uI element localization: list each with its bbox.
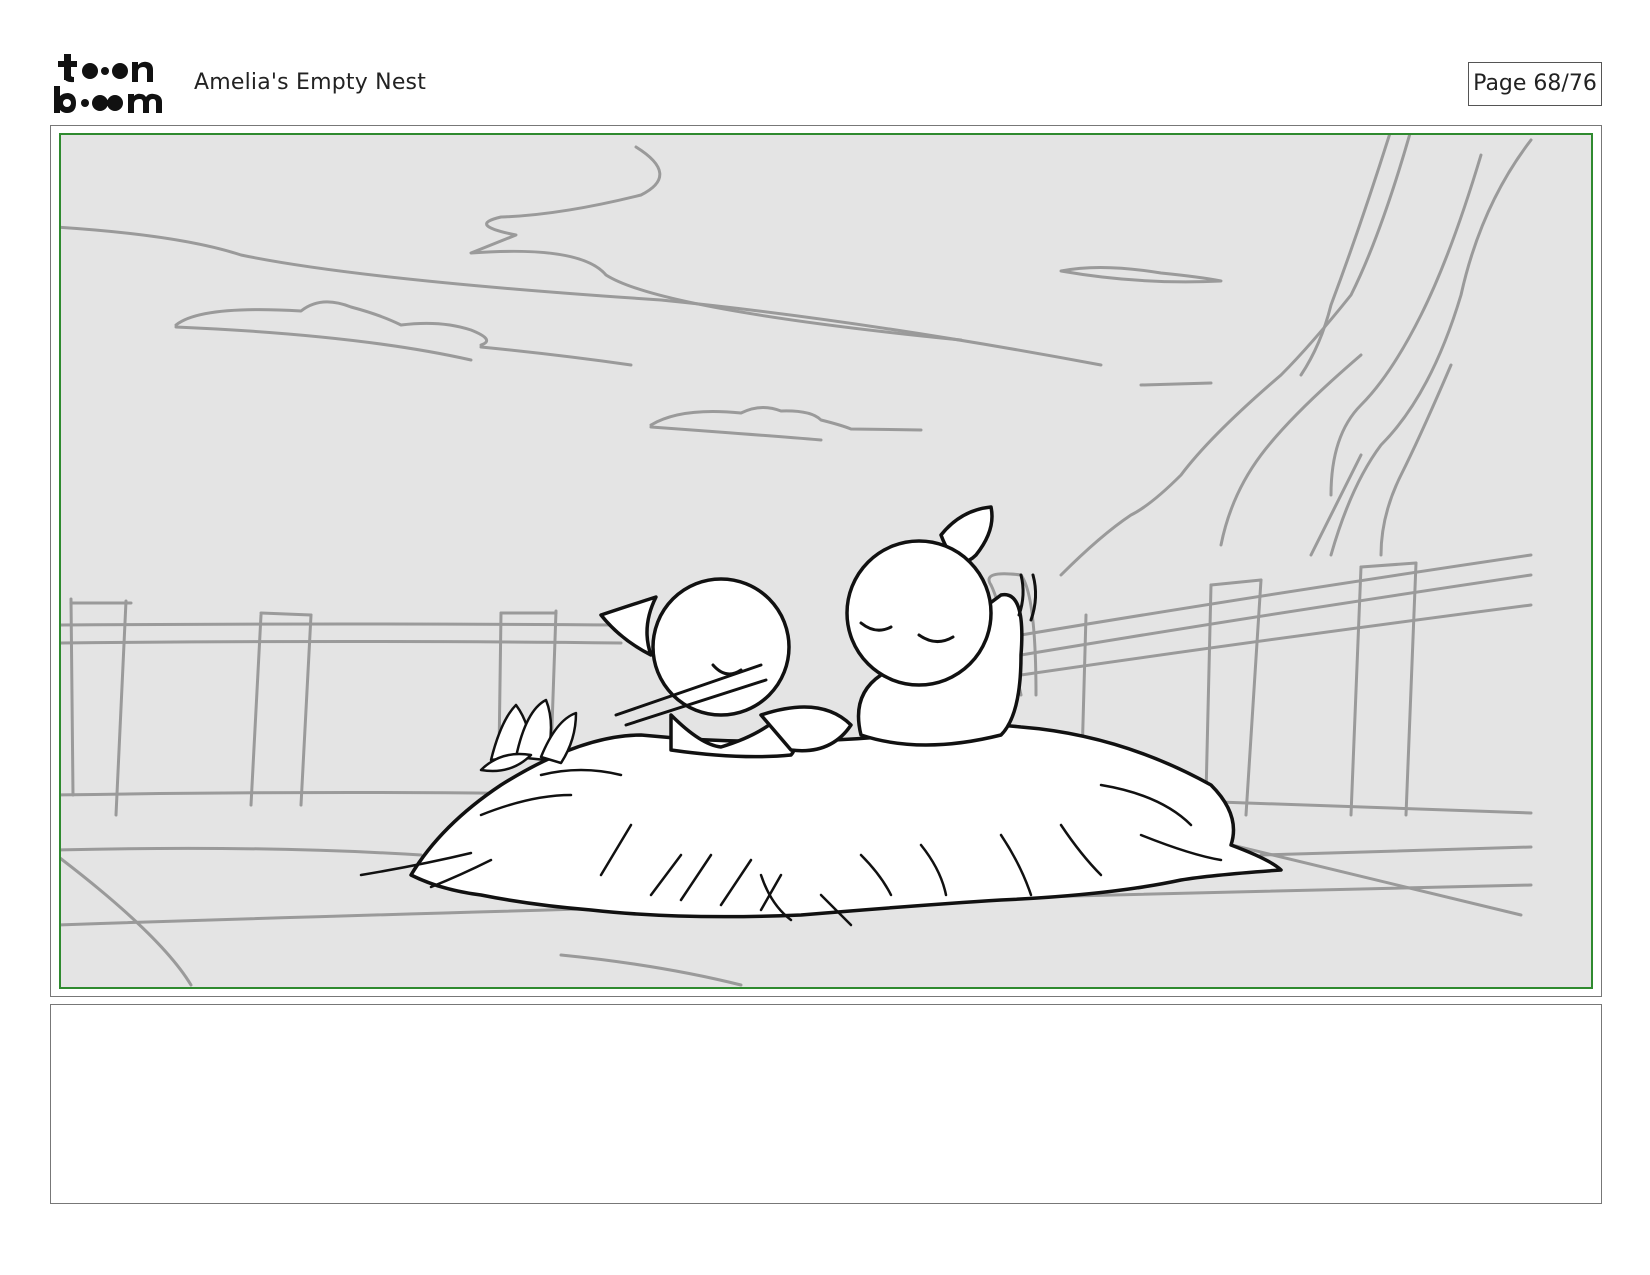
page-header: Amelia's Empty Nest Page 68/76 <box>0 0 1650 125</box>
document-title: Amelia's Empty Nest <box>194 70 427 95</box>
storyboard-drawing <box>59 133 1593 989</box>
storyboard-panel <box>50 125 1602 997</box>
page-number: Page 68/76 <box>1468 62 1602 106</box>
panel-notes <box>50 1004 1602 1204</box>
toonboom-logo <box>52 52 172 116</box>
